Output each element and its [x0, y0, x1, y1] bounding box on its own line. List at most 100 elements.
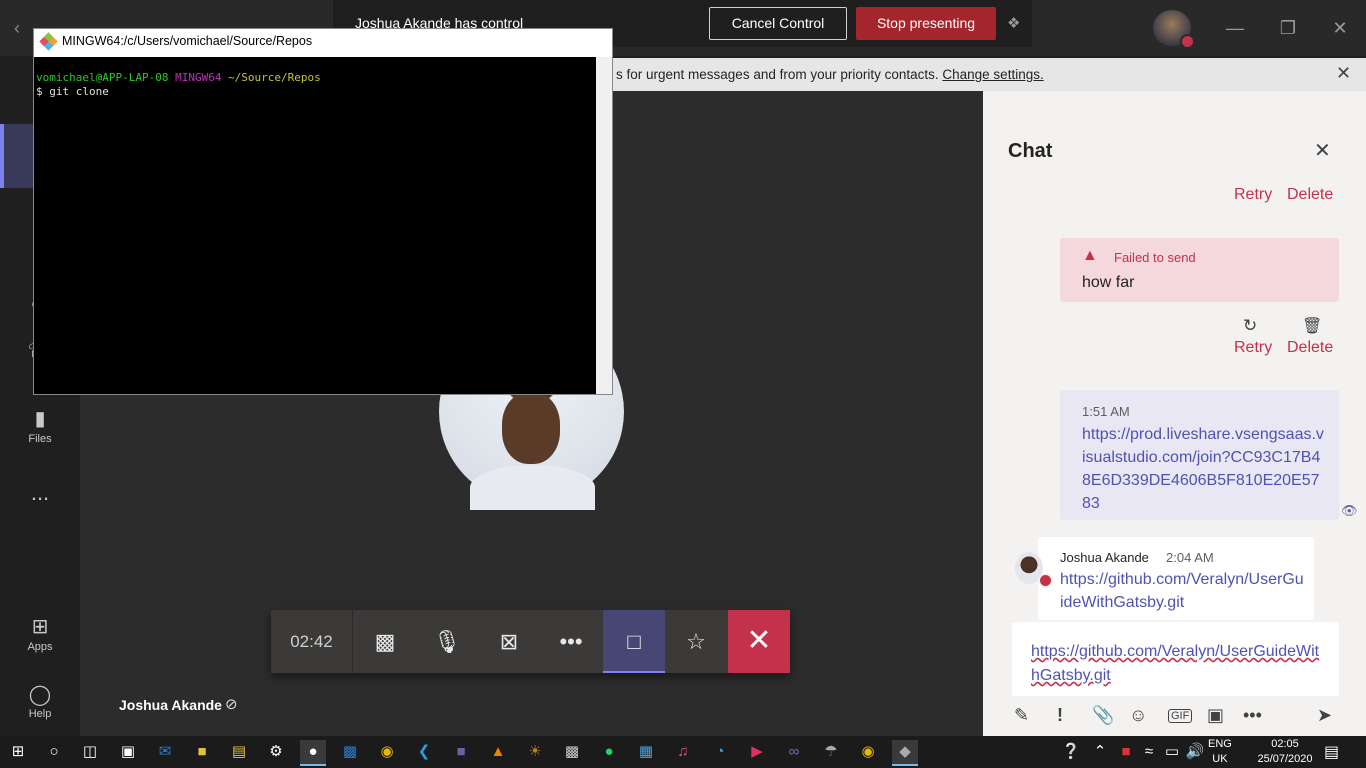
compose-input[interactable]: https://github.com/Veralyn/UserGuideWith…	[1031, 640, 1323, 688]
sticker-icon[interactable]: ▣	[1207, 705, 1224, 726]
app-icon-4[interactable]: ▦	[633, 740, 659, 764]
github-link[interactable]: https://github.com/Veralyn/UserGuideWith…	[1060, 568, 1305, 614]
tray-expand-icon[interactable]: ⌃	[1087, 740, 1113, 764]
language-indicator[interactable]: ENG UK	[1208, 737, 1232, 767]
apps-icon[interactable]: ⊞	[0, 614, 80, 639]
emoji-icon[interactable]: ☺	[1129, 705, 1147, 726]
change-settings-link[interactable]: Change settings.	[942, 67, 1043, 82]
chrome-icon-2[interactable]: ◉	[855, 740, 881, 764]
terminal-scrollbar[interactable]	[596, 57, 612, 394]
presence-busy-icon	[1180, 34, 1195, 49]
call-timer: 02:42	[271, 610, 353, 673]
file-explorer-icon[interactable]: ▤	[226, 740, 252, 764]
settings-icon[interactable]: ⚙	[263, 740, 289, 764]
terminal-path: ~/Source/Repos	[228, 71, 321, 84]
terminal-shell: MINGW64	[175, 71, 222, 84]
minimize-icon[interactable]: —	[1220, 14, 1250, 42]
banner-close-icon[interactable]: ✕	[1336, 63, 1351, 84]
participant-face	[502, 392, 560, 464]
maximize-icon[interactable]: ❐	[1273, 14, 1303, 42]
stop-presenting-button[interactable]: Stop presenting	[856, 7, 996, 40]
language-region: UK	[1212, 753, 1228, 765]
clock-date: 25/07/2020	[1257, 753, 1313, 765]
clock-time: 02:05	[1271, 738, 1299, 750]
hang-up-button[interactable]: ✕	[728, 610, 790, 673]
mic-muted-icon: ⊘	[225, 696, 238, 713]
chat-close-icon[interactable]: ✕	[1314, 138, 1331, 163]
rail-item-help[interactable]: Help	[0, 708, 80, 720]
send-icon[interactable]: ➤	[1317, 705, 1332, 726]
cancel-control-button[interactable]: Cancel Control	[709, 7, 847, 40]
message-timestamp: 1:51 AM	[1082, 404, 1130, 419]
banner-message: s for urgent messages and from your prio…	[616, 67, 943, 82]
store-icon[interactable]: ▣	[115, 740, 141, 764]
retry-icon[interactable]: ↻	[1243, 316, 1257, 336]
back-arrow-icon[interactable]: ‹	[14, 18, 20, 39]
help-icon[interactable]: ◯	[0, 682, 80, 707]
participants-icon[interactable]: ☆	[665, 610, 727, 673]
clock[interactable]: 02:05 25/07/2020	[1250, 737, 1320, 767]
help-tray-icon[interactable]: ❔	[1058, 740, 1084, 764]
warning-icon: ▲	[1082, 247, 1098, 264]
start-icon[interactable]: ⊞	[5, 740, 31, 764]
language-code: ENG	[1208, 738, 1232, 750]
liveshare-link[interactable]: https://prod.liveshare.vsengsaas.visuals…	[1082, 423, 1327, 515]
failed-message-card	[1060, 238, 1339, 302]
participant-shirt	[470, 465, 595, 510]
action-center-icon[interactable]: ▤	[1324, 742, 1339, 762]
files-icon[interactable]: ▮	[0, 406, 80, 431]
search-icon[interactable]: ○	[41, 740, 67, 764]
app-icon-5[interactable]: ◔	[707, 740, 733, 764]
terminal-prompt-line: vomichael@APP-LAP-08 MINGW64 ~/Source/Re…	[36, 71, 321, 84]
app-icon-3[interactable]: ☀	[522, 740, 548, 764]
delete-button-top[interactable]: Delete	[1287, 186, 1333, 204]
banner-text: s for urgent messages and from your prio…	[616, 67, 1044, 82]
stop-share-icon[interactable]: ⊠	[478, 610, 540, 673]
message-time: 2:04 AM	[1166, 550, 1214, 565]
vlc-icon[interactable]: ▲	[485, 740, 511, 764]
attach-icon[interactable]: 📎	[1092, 705, 1114, 726]
unpin-icon[interactable]: ❖	[1007, 14, 1020, 32]
delete-button[interactable]: Delete	[1287, 339, 1333, 357]
close-window-icon[interactable]: ✕	[1325, 14, 1355, 42]
app-icon-2[interactable]: ▩	[337, 740, 363, 764]
app-icon-6[interactable]: ☂	[818, 740, 844, 764]
show-chat-icon[interactable]: □	[603, 610, 665, 673]
screen-recorder-icon[interactable]: ●	[300, 740, 326, 766]
important-icon[interactable]: !	[1057, 705, 1063, 726]
git-bash-icon[interactable]: ◆	[892, 740, 918, 766]
failed-message-text: how far	[1082, 274, 1135, 291]
retry-button-top[interactable]: Retry	[1234, 186, 1272, 204]
chrome-icon[interactable]: ◉	[374, 740, 400, 764]
sender-presence-icon	[1038, 573, 1053, 588]
teams-taskbar-icon[interactable]: ■	[448, 740, 474, 764]
participant-name: Joshua Akande	[119, 697, 222, 713]
terminal-user-host: vomichael@APP-LAP-08	[36, 71, 169, 84]
volume-icon[interactable]: 🔊	[1182, 740, 1208, 764]
rail-item-files[interactable]: Files	[0, 433, 80, 445]
media-player-icon[interactable]: ▶	[744, 740, 770, 764]
mic-off-icon[interactable]: 🎙	[416, 610, 478, 673]
chat-title: Chat	[1008, 140, 1053, 162]
terminal-body[interactable]	[34, 57, 596, 394]
delete-icon[interactable]: 🗑	[1302, 316, 1322, 336]
whatsapp-icon[interactable]: ●	[596, 740, 622, 764]
mail-icon[interactable]: ✉	[152, 740, 178, 764]
format-icon[interactable]: ✎	[1014, 705, 1029, 726]
task-view-icon[interactable]: ◫	[77, 740, 103, 764]
cmd-icon[interactable]: ▩	[559, 740, 585, 764]
app-icon-1[interactable]: ■	[189, 740, 215, 764]
rail-item-apps[interactable]: Apps	[0, 641, 80, 653]
itunes-icon[interactable]: ♫	[670, 740, 696, 764]
more-options-icon[interactable]: •••	[1243, 705, 1262, 726]
more-actions-icon[interactable]: •••	[540, 610, 602, 673]
failed-to-send-label: Failed to send	[1114, 250, 1196, 265]
terminal-title: MINGW64:/c/Users/vomichael/Source/Repos	[62, 34, 313, 48]
seen-icon: 👁	[1341, 503, 1358, 518]
more-icon[interactable]: ...	[0, 480, 80, 506]
retry-button[interactable]: Retry	[1234, 339, 1272, 357]
gif-icon[interactable]: GIF	[1168, 709, 1193, 723]
visual-studio-icon[interactable]: ∞	[781, 740, 807, 764]
camera-off-icon[interactable]: ▩	[354, 610, 416, 673]
vscode-icon[interactable]: ❮	[411, 740, 437, 764]
